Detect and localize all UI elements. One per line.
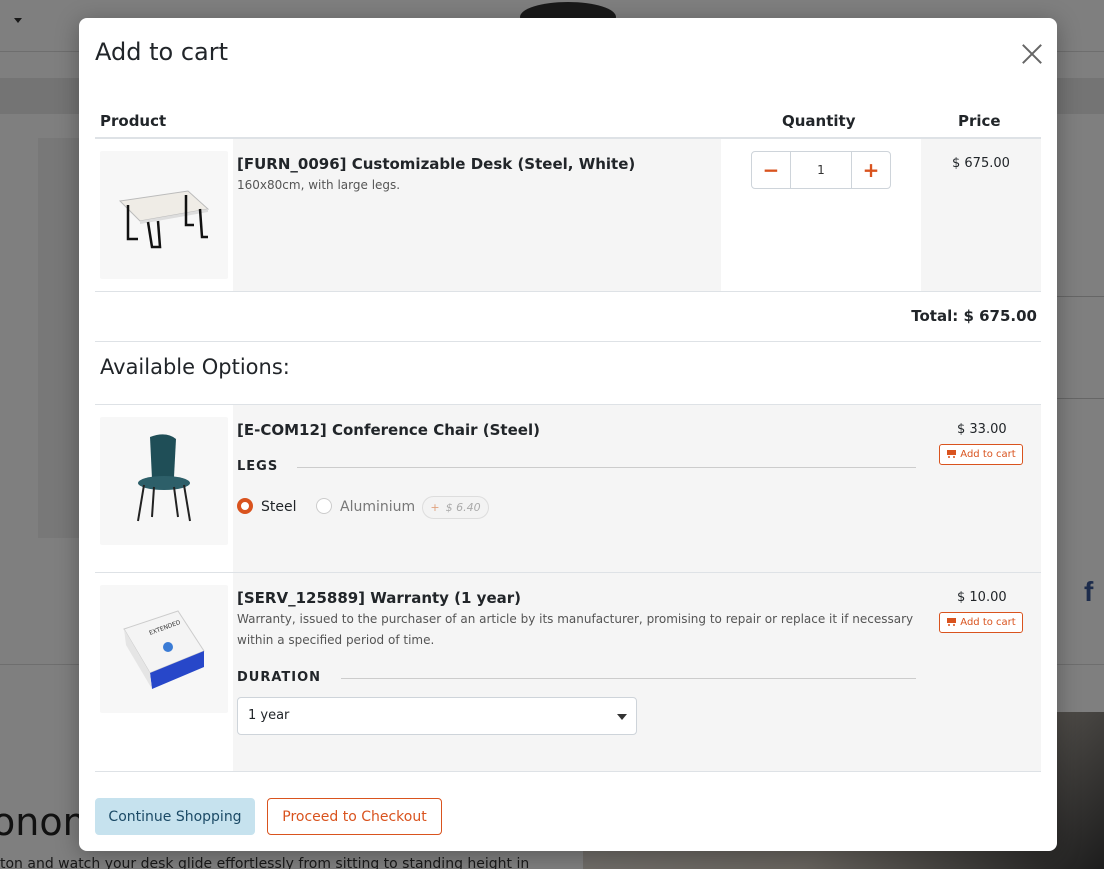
column-header-price: Price [958,112,1001,130]
price-extra-badge: + $ 6.40 [422,496,489,519]
option-name: [SERV_125889] Warranty (1 year) [237,589,522,607]
main-product-price: $ 675.00 [952,156,1010,171]
add-to-cart-button[interactable]: Add to cart [939,444,1023,465]
radio-label-aluminium: Aluminium [340,499,416,515]
cart-icon [946,618,957,627]
option-name: [E-COM12] Conference Chair (Steel) [237,421,540,439]
desk-image [100,151,228,279]
add-to-cart-label: Add to cart [960,449,1016,460]
option-price: $ 33.00 [957,422,1007,437]
option-price: $ 10.00 [957,590,1007,605]
cart-total: Total: $ 675.00 [911,307,1037,325]
quantity-input[interactable] [790,152,852,188]
price-extra-value: $ 6.40 [445,501,481,514]
attribute-divider [297,467,916,468]
attribute-label: LEGS [237,459,279,474]
add-to-cart-modal: Add to cart Product Quantity Price [FURN… [79,18,1057,851]
continue-shopping-button[interactable]: Continue Shopping [95,798,255,835]
modal-title: Add to cart [95,38,228,66]
warranty-box-image: EXTENDED [100,585,228,713]
row-divider [95,291,1041,292]
minus-icon[interactable]: − [752,152,790,188]
chevron-down-icon [617,714,627,720]
close-icon[interactable] [1021,43,1043,65]
cart-icon [946,450,957,459]
available-options-title: Available Options: [100,355,290,379]
option-description: Warranty, issued to the purchaser of an … [237,612,914,647]
column-header-product: Product [100,112,167,130]
add-to-cart-button[interactable]: Add to cart [939,612,1023,633]
quantity-stepper[interactable]: − + [751,151,891,189]
duration-select[interactable]: 1 year [237,697,637,735]
duration-select-value: 1 year [248,708,290,723]
radio-steel[interactable] [237,498,253,514]
radio-label-steel: Steel [261,499,297,515]
row-divider [95,341,1041,342]
plus-icon[interactable]: + [852,152,890,188]
row-divider [95,771,1041,772]
radio-aluminium[interactable] [316,498,332,514]
column-header-quantity: Quantity [782,112,856,130]
attribute-divider [341,678,916,679]
attribute-label: DURATION [237,670,322,685]
plus-sign: + [430,501,440,514]
chair-image [100,417,228,545]
proceed-to-checkout-button[interactable]: Proceed to Checkout [267,798,442,835]
main-product-name: [FURN_0096] Customizable Desk (Steel, Wh… [237,155,636,173]
add-to-cart-label: Add to cart [960,617,1016,628]
